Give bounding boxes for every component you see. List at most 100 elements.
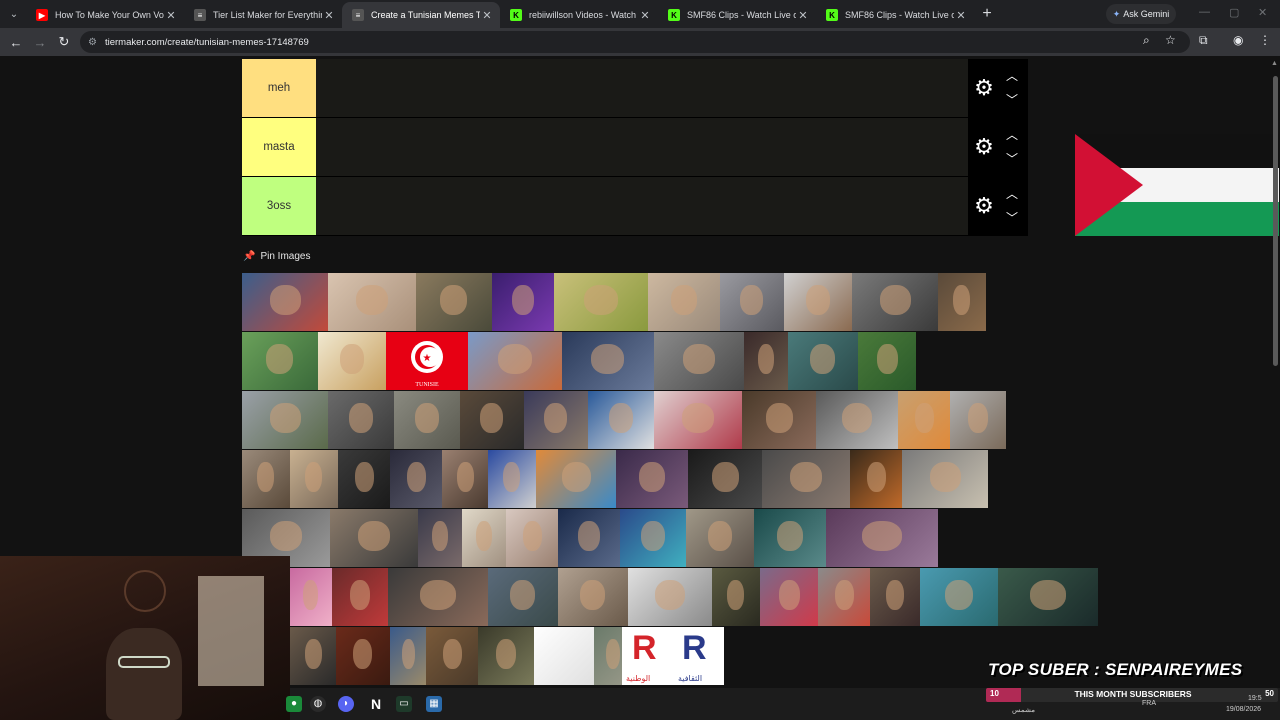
browser-tab[interactable]: ≡ Create a Tunisian Memes Tier L✕	[342, 2, 500, 28]
meme-image-64[interactable]	[998, 568, 1098, 626]
tab-close-icon[interactable]: ✕	[638, 9, 652, 22]
meme-image-27[interactable]	[742, 391, 816, 449]
meme-image-4[interactable]	[492, 273, 554, 331]
meme-image-52[interactable]	[826, 509, 938, 567]
scroll-up-arrow[interactable]: ▲	[1271, 60, 1278, 67]
meme-image-35[interactable]	[442, 450, 488, 508]
tab-close-icon[interactable]: ✕	[322, 9, 336, 22]
page-scrollbar[interactable]: ▲	[1270, 56, 1280, 688]
meme-image-25[interactable]	[588, 391, 654, 449]
tab-search-button[interactable]: ⌄	[2, 3, 26, 25]
discord-icon[interactable]: ◗	[338, 696, 354, 712]
meme-image-39[interactable]	[688, 450, 762, 508]
meme-image-34[interactable]	[390, 450, 442, 508]
meme-image-14[interactable]	[468, 332, 562, 390]
meme-image-41[interactable]	[850, 450, 902, 508]
meme-image-60[interactable]	[760, 568, 818, 626]
tab-close-icon[interactable]: ✕	[480, 9, 494, 22]
zoom-icon[interactable]: ⌕	[1143, 33, 1150, 48]
tab-close-icon[interactable]: ✕	[954, 9, 968, 22]
extensions-icon[interactable]: ⧉	[1199, 33, 1208, 48]
meme-image-23[interactable]	[460, 391, 524, 449]
meme-image-45[interactable]	[418, 509, 462, 567]
meme-image-32[interactable]	[290, 450, 338, 508]
bookmark-star-icon[interactable]: ☆	[1165, 33, 1176, 47]
meme-image-28[interactable]	[816, 391, 898, 449]
forward-button[interactable]: →	[28, 30, 52, 54]
meme-image-16[interactable]	[654, 332, 744, 390]
meme-image-9[interactable]	[852, 273, 938, 331]
meme-image-29[interactable]	[898, 391, 950, 449]
site-info-icon[interactable]: ⚙	[88, 37, 97, 48]
meme-image-40[interactable]	[762, 450, 850, 508]
meme-image-46[interactable]	[462, 509, 506, 567]
back-button[interactable]: ←	[4, 30, 28, 54]
meme-image-51[interactable]	[754, 509, 826, 567]
meme-image-17[interactable]	[744, 332, 788, 390]
browser-menu-icon[interactable]: ⋮	[1259, 33, 1271, 47]
meme-image-68[interactable]	[426, 627, 478, 685]
meme-image-63[interactable]	[920, 568, 998, 626]
clock-time[interactable]: 19:5	[1248, 695, 1262, 702]
meme-image-8[interactable]	[784, 273, 852, 331]
browser-tab[interactable]: ▶ How To Make Your Own Voice I✕	[26, 2, 184, 28]
browser-tab[interactable]: ≡ Tier List Maker for Everything -✕	[184, 2, 342, 28]
meme-image-11[interactable]	[242, 332, 318, 390]
photos-icon[interactable]: ▦	[426, 696, 442, 712]
spotify-icon[interactable]: ●	[286, 696, 302, 712]
scroll-thumb[interactable]	[1273, 76, 1278, 366]
meme-image-50[interactable]	[686, 509, 754, 567]
minimize-button[interactable]: —	[1199, 6, 1210, 18]
meme-image-66[interactable]	[336, 627, 390, 685]
maximize-button[interactable]: ▢	[1229, 6, 1239, 19]
meme-image-36[interactable]	[488, 450, 536, 508]
chrome-icon[interactable]: ◍	[310, 696, 326, 712]
meme-image-65[interactable]	[290, 627, 336, 685]
terminal-icon[interactable]: ▭	[396, 696, 412, 712]
new-tab-button[interactable]: +	[974, 5, 1000, 23]
meme-image-48[interactable]	[558, 509, 620, 567]
meme-image-20[interactable]	[242, 391, 328, 449]
browser-tab[interactable]: Krebiiwillson Videos - Watch On✕	[500, 2, 658, 28]
meme-image-7[interactable]	[720, 273, 784, 331]
tab-close-icon[interactable]: ✕	[164, 9, 178, 22]
close-window-button[interactable]: ✕	[1258, 6, 1267, 19]
meme-image-2[interactable]	[328, 273, 416, 331]
meme-image-33[interactable]	[338, 450, 390, 508]
address-bar[interactable]: ⚙ tiermaker.com/create/tunisian-memes-17…	[80, 31, 1190, 53]
meme-image-10[interactable]	[938, 273, 986, 331]
meme-image-42[interactable]	[902, 450, 988, 508]
meme-image-55[interactable]	[388, 568, 488, 626]
meme-image-15[interactable]	[562, 332, 654, 390]
meme-image-57[interactable]	[558, 568, 628, 626]
meme-image-31[interactable]	[242, 450, 290, 508]
meme-image-61[interactable]	[818, 568, 870, 626]
radio-logo-tile[interactable]: R R الوطنية الثقافية	[622, 627, 724, 685]
meme-image-59[interactable]	[712, 568, 760, 626]
browser-tab[interactable]: K SMF86 Clips - Watch Live on Ki✕	[816, 2, 974, 28]
n-app-icon[interactable]: N	[368, 696, 384, 712]
meme-image-18[interactable]	[788, 332, 858, 390]
meme-image-13[interactable]: ★ TUNISIE	[386, 332, 468, 390]
meme-image-53[interactable]	[290, 568, 332, 626]
meme-image-70[interactable]	[534, 627, 594, 685]
profile-avatar[interactable]: ◉	[1233, 33, 1243, 47]
meme-image-30[interactable]	[950, 391, 1006, 449]
browser-tab[interactable]: K SMF86 Clips - Watch Live on Ki✕	[658, 2, 816, 28]
meme-image-38[interactable]	[616, 450, 688, 508]
meme-image-44[interactable]	[330, 509, 418, 567]
meme-image-62[interactable]	[870, 568, 920, 626]
meme-image-3[interactable]	[416, 273, 492, 331]
tab-close-icon[interactable]: ✕	[796, 9, 810, 22]
meme-image-58[interactable]	[628, 568, 712, 626]
meme-image-47[interactable]	[506, 509, 558, 567]
meme-image-21[interactable]	[328, 391, 394, 449]
meme-image-37[interactable]	[536, 450, 616, 508]
meme-image-26[interactable]	[654, 391, 742, 449]
meme-image-12[interactable]	[318, 332, 386, 390]
meme-image-56[interactable]	[488, 568, 558, 626]
meme-image-19[interactable]	[858, 332, 916, 390]
meme-image-69[interactable]	[478, 627, 534, 685]
ask-gemini-button[interactable]: ✦ Ask Gemini	[1106, 4, 1176, 24]
meme-image-24[interactable]	[524, 391, 588, 449]
